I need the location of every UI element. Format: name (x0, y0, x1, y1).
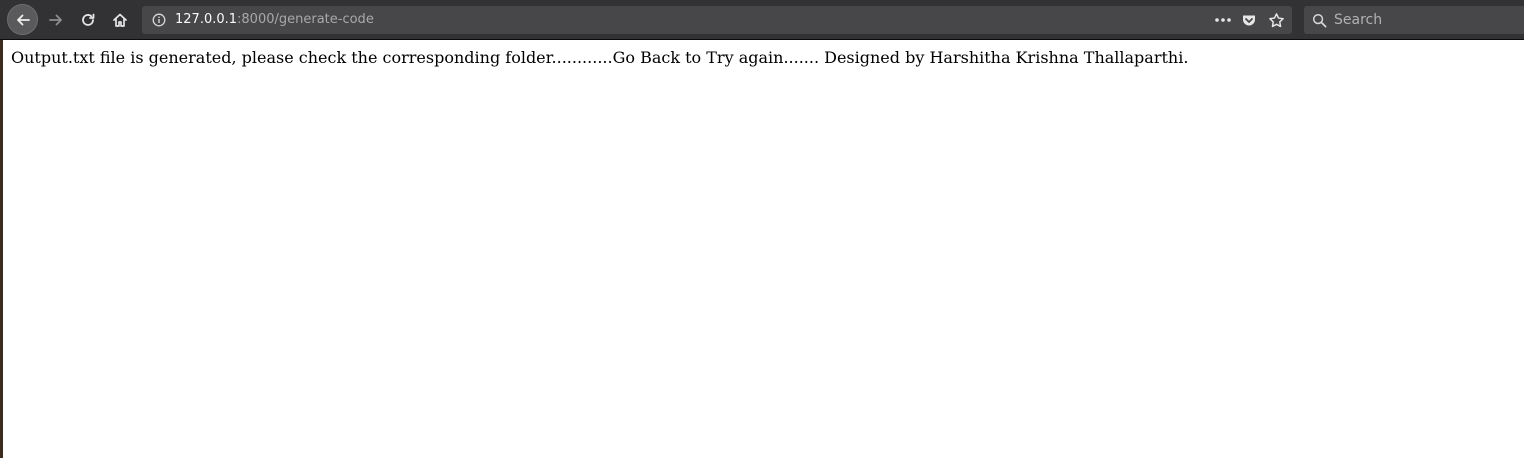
home-icon (112, 12, 128, 28)
info-circle-icon[interactable] (151, 12, 167, 28)
magnifier-icon (1311, 12, 1327, 28)
star-icon[interactable] (1267, 11, 1285, 29)
arrow-right-icon (48, 12, 64, 28)
back-button[interactable] (7, 4, 38, 35)
window-edge (0, 0, 3, 458)
pocket-icon[interactable] (1240, 11, 1258, 29)
forward-button[interactable] (41, 5, 71, 35)
arrow-left-icon (15, 12, 31, 28)
reload-button[interactable] (73, 5, 103, 35)
browser-toolbar: 127.0.0.1:8000/generate-code (0, 0, 1524, 40)
home-button[interactable] (105, 5, 135, 35)
ellipsis-icon[interactable] (1212, 12, 1234, 28)
search-bar[interactable] (1304, 6, 1524, 34)
reload-icon (80, 12, 96, 28)
url-text[interactable]: 127.0.0.1:8000/generate-code (175, 12, 374, 28)
url-host: 127.0.0.1 (175, 12, 238, 27)
page-message: Output.txt file is generated, please che… (11, 48, 1189, 67)
search-input[interactable] (1334, 6, 1524, 34)
url-path: :8000/generate-code (237, 12, 374, 27)
address-bar[interactable]: 127.0.0.1:8000/generate-code (142, 6, 1292, 34)
